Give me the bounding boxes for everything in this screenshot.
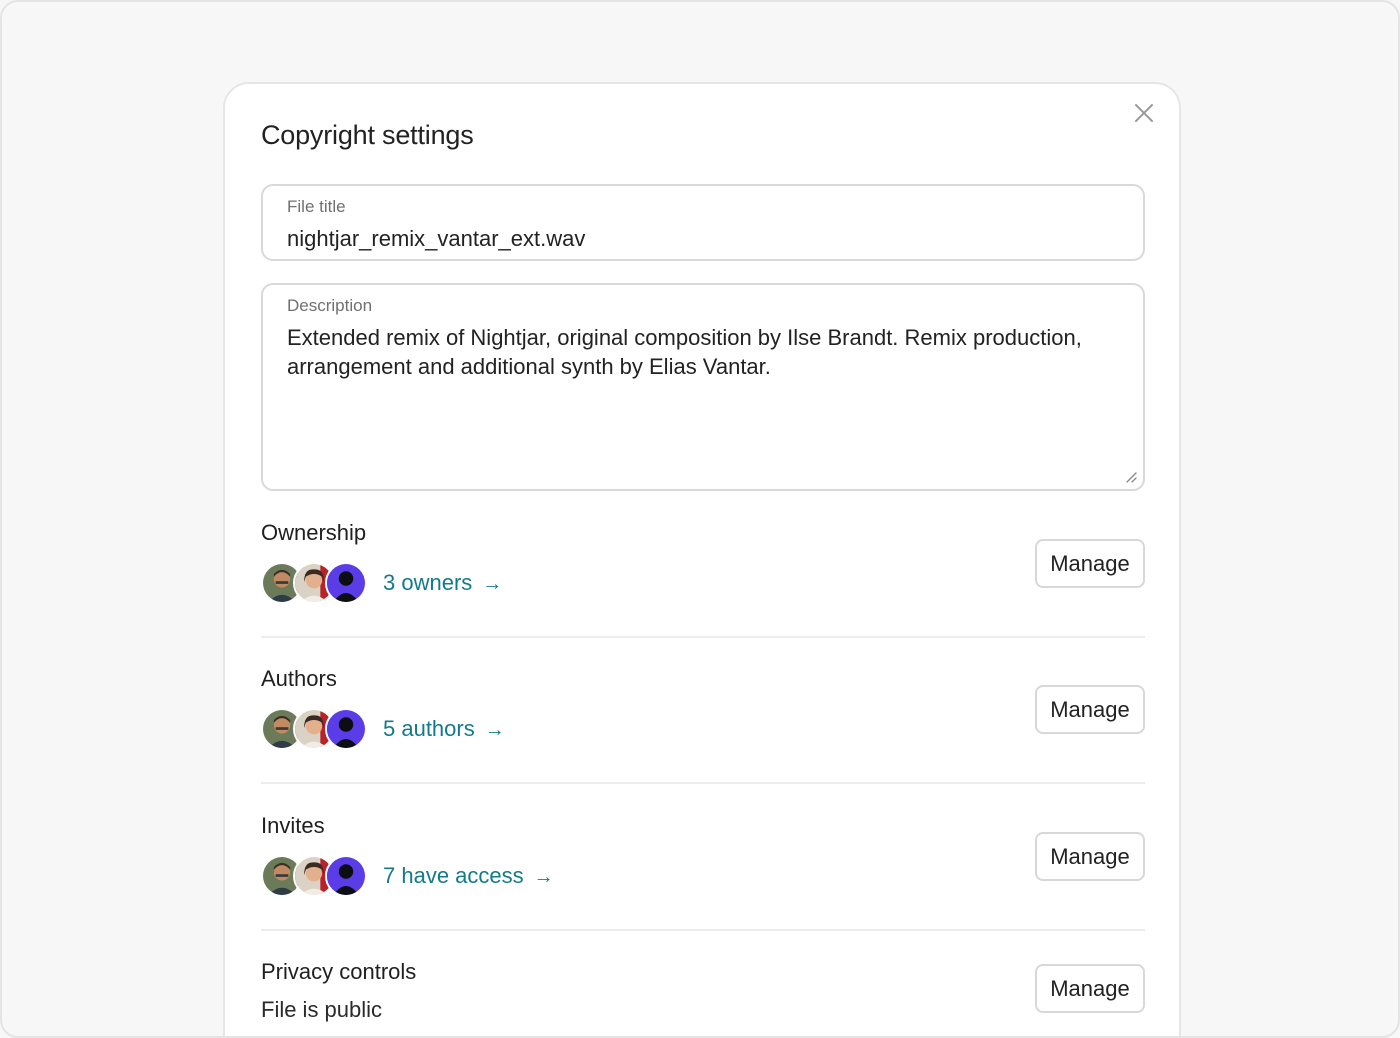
divider	[261, 636, 1145, 638]
owner-avatars	[261, 562, 367, 604]
owners-link-label: 3 owners	[383, 570, 473, 595]
authors-link-label: 5 authors	[383, 716, 475, 741]
copyright-settings-dialog: Copyright settings File title nightjar_r…	[223, 82, 1181, 1036]
manage-ownership-button[interactable]: Manage	[1035, 539, 1145, 588]
file-title-input[interactable]: nightjar_remix_vantar_ext.wav	[287, 224, 1103, 253]
file-title-field[interactable]: File title nightjar_remix_vantar_ext.wav	[261, 184, 1145, 261]
file-title-label: File title	[287, 197, 346, 216]
privacy-section: Privacy controls File is public Manage	[261, 959, 1145, 1036]
description-label: Description	[287, 296, 373, 315]
author-avatars	[261, 708, 367, 750]
divider	[261, 782, 1145, 784]
ownership-section: Ownership 3 owners → Manage	[261, 520, 1145, 610]
app-frame: Copyright settings File title nightjar_r…	[0, 0, 1400, 1038]
arrow-right-icon: →	[533, 866, 554, 888]
avatar	[325, 708, 367, 750]
authors-heading: Authors	[261, 666, 337, 691]
owners-link[interactable]: 3 owners →	[383, 570, 502, 596]
invites-section: Invites 7 have access → Manage	[261, 813, 1145, 903]
arrow-right-icon: →	[482, 573, 503, 595]
manage-privacy-button[interactable]: Manage	[1035, 964, 1145, 1013]
divider	[261, 929, 1145, 931]
resize-handle-icon[interactable]	[1123, 469, 1137, 483]
manage-invites-button[interactable]: Manage	[1035, 832, 1145, 881]
invite-avatars	[261, 855, 367, 897]
manage-authors-button[interactable]: Manage	[1035, 685, 1145, 734]
invites-link[interactable]: 7 have access →	[383, 863, 554, 889]
privacy-heading: Privacy controls	[261, 959, 417, 984]
description-textarea[interactable]: Extended remix of Nightjar, original com…	[287, 323, 1103, 381]
invites-link-label: 7 have access	[383, 863, 524, 888]
avatar	[325, 562, 367, 604]
avatar	[325, 855, 367, 897]
invites-heading: Invites	[261, 813, 325, 838]
arrow-right-icon: →	[484, 719, 505, 741]
authors-link[interactable]: 5 authors →	[383, 716, 505, 742]
ownership-heading: Ownership	[261, 520, 367, 545]
privacy-status: File is public	[261, 997, 383, 1022]
authors-section: Authors 5 authors → Manage	[261, 666, 1145, 756]
close-icon[interactable]	[1133, 102, 1155, 124]
dialog-title: Copyright settings	[261, 120, 474, 150]
description-field[interactable]: Description Extended remix of Nightjar, …	[261, 283, 1145, 491]
